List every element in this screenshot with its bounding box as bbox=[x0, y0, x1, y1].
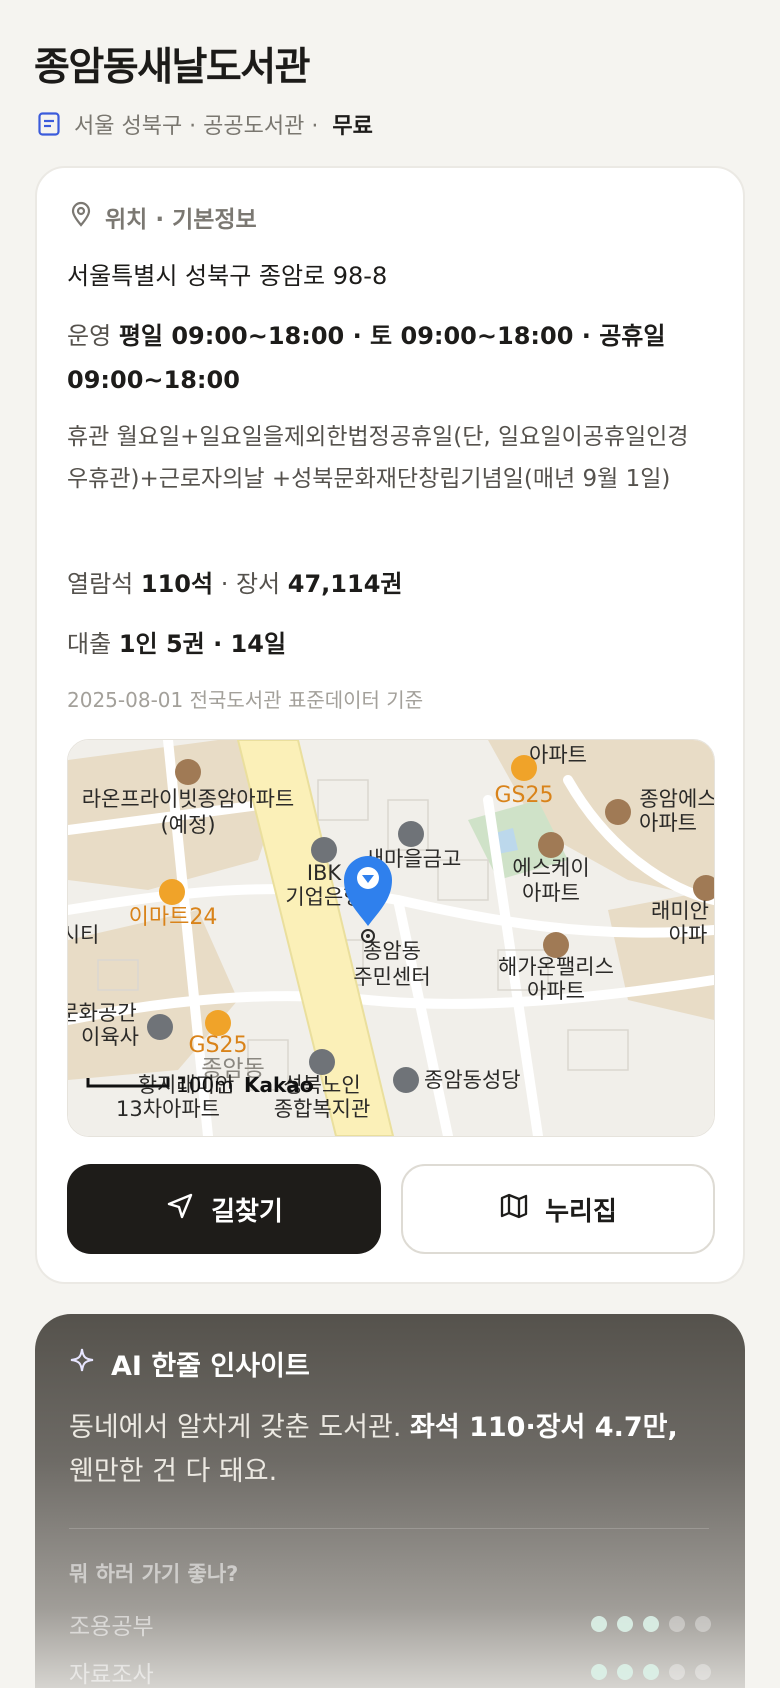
sparkle-icon bbox=[69, 1347, 95, 1380]
map-label-city: 시티 bbox=[68, 923, 99, 947]
hours-value: 평일 09:00~18:00 · 토 09:00~18:00 · 공휴일 09:… bbox=[67, 322, 666, 394]
section-title: 위치 · 기본정보 bbox=[105, 207, 257, 233]
ai-question: 뭐 하러 가기 좋나? bbox=[69, 1562, 239, 1586]
purpose-row: 조용공부 bbox=[69, 1604, 711, 1644]
ai-insight-plain: 동네에서 알차게 갖춘 도서관. bbox=[69, 1412, 402, 1443]
page-title: 종암동새날도서관 bbox=[34, 45, 311, 90]
map-scale-label: 100m bbox=[176, 1073, 234, 1097]
rating-dot bbox=[591, 1616, 607, 1632]
books-value: 47,114권 bbox=[287, 570, 403, 598]
map-label-apt-top: 아파트 bbox=[529, 743, 587, 767]
map-label-culture-2: 이육사 bbox=[81, 1025, 139, 1049]
map-label-sk: 에스케이 bbox=[512, 856, 589, 880]
website-label: 누리집 bbox=[545, 1196, 617, 1227]
ai-insight-card: AI 한줄 인사이트 동네에서 알차게 갖춘 도서관. 좌석 110·장서 4.… bbox=[35, 1314, 745, 1688]
library-region-type: 서울 성북구 · 공공도서관 · bbox=[74, 114, 319, 139]
closed-days: 휴관 월요일+일요일을제외한법정공휴일(단, 일요일이공휴일인경우휴관)+근로자… bbox=[67, 424, 689, 492]
info-card: 위치 · 기본정보 서울특별시 성북구 종암로 98-8 운영 평일 09:00… bbox=[35, 166, 745, 1284]
rating-dot bbox=[617, 1664, 633, 1680]
map-label-hwangji-2: 13차아파트 bbox=[116, 1097, 220, 1121]
rating-dot bbox=[643, 1616, 659, 1632]
map-label-emart: 이마트24 bbox=[129, 905, 218, 930]
rating-dot bbox=[669, 1664, 685, 1680]
rating-dot bbox=[591, 1664, 607, 1680]
map-label-jongam-es-2: 아파트 bbox=[639, 811, 697, 835]
ai-insight-tail: 웬만한 건 다 돼요. bbox=[69, 1456, 278, 1487]
map-brand: Kakao bbox=[244, 1073, 314, 1097]
location-pin-icon bbox=[69, 201, 93, 233]
purpose-rating bbox=[591, 1616, 711, 1632]
directions-button[interactable]: 길찾기 bbox=[67, 1164, 381, 1254]
map-label-haegaon-2: 아파트 bbox=[527, 979, 585, 1003]
map-label-raemian: 래미안 bbox=[651, 899, 709, 923]
map-label-haegaon: 해가온팰리스 bbox=[498, 955, 614, 979]
map-label-raon: 라온프라이빗종암아파트 bbox=[82, 787, 295, 811]
purpose-row: 자료조사 bbox=[69, 1652, 711, 1688]
purpose-label: 조용공부 bbox=[69, 1614, 154, 1640]
section-header: 위치 · 기본정보 bbox=[69, 200, 257, 234]
books-label: · 장서 bbox=[220, 570, 281, 598]
map-icon bbox=[499, 1191, 529, 1228]
seats-books: 열람석 110석 · 장서 47,114권 bbox=[67, 564, 402, 599]
map-label-jumin: 종암동 bbox=[363, 939, 421, 963]
map-label-raon-2: (예정) bbox=[160, 813, 215, 837]
navigation-arrow-icon bbox=[165, 1191, 195, 1228]
loan-policy: 대출 1인 5권 · 14일 bbox=[67, 624, 286, 659]
directions-label: 길찾기 bbox=[211, 1196, 283, 1227]
library-meta: 서울 성북구 · 공공도서관 · 무료 bbox=[36, 108, 373, 140]
library-detail-page: 종암동새날도서관 서울 성북구 · 공공도서관 · 무료 위치 · 기본정보 서… bbox=[0, 0, 780, 1688]
ai-insight-title: AI 한줄 인사이트 bbox=[111, 1351, 310, 1382]
map-label-ibk: IBK bbox=[307, 861, 343, 885]
seats-label: 열람석 bbox=[67, 570, 134, 598]
divider bbox=[69, 1528, 709, 1529]
map-label-raemian-2: 아파 bbox=[669, 923, 708, 947]
rating-dot bbox=[695, 1616, 711, 1632]
opening-hours: 운영 평일 09:00~18:00 · 토 09:00~18:00 · 공휴일 … bbox=[67, 314, 707, 402]
loan-label: 대출 bbox=[67, 630, 112, 658]
hours-label: 운영 bbox=[67, 322, 112, 350]
ai-insight-text: 동네에서 알차게 갖춘 도서관. 좌석 110·장서 4.7만, 웬만한 건 다… bbox=[69, 1406, 709, 1494]
map-label-senior-2: 종합복지관 bbox=[274, 1097, 371, 1121]
map-label-jongam-es: 종암에스 bbox=[639, 787, 714, 811]
seats-value: 110석 bbox=[140, 570, 214, 598]
website-button[interactable]: 누리집 bbox=[401, 1164, 715, 1254]
map-label-culture: 문화공간 bbox=[68, 1001, 137, 1025]
rating-dot bbox=[669, 1616, 685, 1632]
rating-dot bbox=[695, 1664, 711, 1680]
map-label-gs25-bottom: GS25 bbox=[188, 1033, 247, 1058]
data-source: 2025-08-01 전국도서관 표준데이터 기준 bbox=[67, 688, 424, 712]
map-label-jumin-2: 주민센터 bbox=[353, 965, 430, 989]
purpose-rating bbox=[591, 1664, 711, 1680]
ai-insight-bold: 좌석 110·장서 4.7만, bbox=[410, 1412, 678, 1443]
location-map[interactable]: 아파트 라온프라이빗종암아파트 (예정) GS25 종암에스 아파트 에스케이 … bbox=[67, 739, 715, 1137]
document-icon bbox=[36, 111, 62, 137]
fee-badge: 무료 bbox=[332, 114, 373, 139]
ai-insight-header: AI 한줄 인사이트 bbox=[69, 1344, 310, 1383]
purpose-label: 자료조사 bbox=[69, 1662, 154, 1688]
rating-dot bbox=[617, 1616, 633, 1632]
rating-dot bbox=[643, 1664, 659, 1680]
map-label-sk-2: 아파트 bbox=[522, 881, 580, 905]
map-label-church: 종암동성당 bbox=[424, 1068, 521, 1092]
loan-value: 1인 5권 · 14일 bbox=[118, 630, 287, 658]
address: 서울특별시 성북구 종암로 98-8 bbox=[67, 262, 388, 290]
map-label-gs25-top: GS25 bbox=[494, 783, 553, 808]
